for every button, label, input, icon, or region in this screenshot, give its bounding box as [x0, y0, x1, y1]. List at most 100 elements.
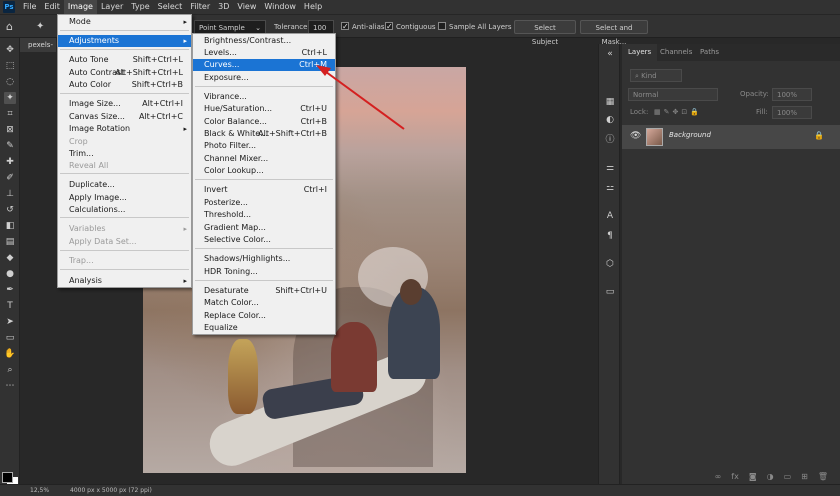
menu-help[interactable]: Help	[300, 0, 326, 14]
image-menu-item-apply-image[interactable]: Apply Image...	[58, 192, 191, 204]
image-menu-item-image-size[interactable]: Image Size... Alt+Ctrl+I	[58, 98, 191, 110]
adjustments-menu-item-gradient-map[interactable]: Gradient Map...	[193, 222, 335, 234]
menu-3d[interactable]: 3D	[214, 0, 233, 14]
adjustments-menu-item-selective-color[interactable]: Selective Color...	[193, 234, 335, 246]
image-menu-item-analysis[interactable]: Analysis ▸	[58, 275, 191, 287]
layer-filter-kind[interactable]: ⌕ Kind	[630, 69, 682, 82]
history-panel-icon[interactable]: ▦	[604, 96, 616, 108]
properties-panel-icon[interactable]: ◐	[604, 114, 616, 126]
magic-wand-icon[interactable]: ✦	[36, 20, 44, 34]
eraser-tool-icon[interactable]: ◧	[4, 220, 16, 232]
adjustments-menu-item-curves[interactable]: Curves... Ctrl+M	[193, 59, 335, 71]
menu-file[interactable]: File	[19, 0, 40, 14]
adjustments-menu-item-black-white[interactable]: Black & White... Alt+Shift+Ctrl+B	[193, 128, 335, 140]
adjustments-panel-icon[interactable]: ⚌	[604, 162, 616, 174]
layer-row-background[interactable]: 👁 Background 🔒	[622, 125, 840, 149]
tolerance-input[interactable]: 100	[308, 20, 334, 34]
frame-tool-icon[interactable]: ⊠	[4, 124, 16, 136]
adjustments-menu-item-invert[interactable]: Invert Ctrl+I	[193, 184, 335, 196]
image-menu-item-auto-color[interactable]: Auto Color Shift+Ctrl+B	[58, 79, 191, 91]
image-menu-item-calculations[interactable]: Calculations...	[58, 204, 191, 216]
adjustments-menu-item-equalize[interactable]: Equalize	[193, 322, 335, 334]
photoshop-logo[interactable]: Ps	[3, 1, 15, 13]
adjustments-menu-item-vibrance[interactable]: Vibrance...	[193, 91, 335, 103]
collapse-panels-icon[interactable]: «	[604, 48, 616, 60]
adjustments-menu-item-desaturate[interactable]: Desaturate Shift+Ctrl+U	[193, 285, 335, 297]
tab-channels[interactable]: Channels	[654, 44, 698, 61]
path-selection-tool-icon[interactable]: ➤	[4, 316, 16, 328]
clone-stamp-tool-icon[interactable]: ⊥	[4, 188, 16, 200]
menu-view[interactable]: View	[233, 0, 260, 14]
image-menu-item-trim[interactable]: Trim...	[58, 148, 191, 160]
more-tools-icon[interactable]: ⋯	[4, 380, 16, 392]
foreground-color-swatch[interactable]	[2, 472, 13, 483]
paragraph-panel-icon[interactable]: ¶	[604, 230, 616, 242]
document-tab[interactable]: pexels-	[20, 38, 56, 52]
adjustments-menu-item-photo-filter[interactable]: Photo Filter...	[193, 140, 335, 152]
adjustments-menu-item-brightness-contrast[interactable]: Brightness/Contrast...	[193, 35, 335, 47]
hand-tool-icon[interactable]: ✋	[4, 348, 16, 360]
adjustments-menu-item-posterize[interactable]: Posterize...	[193, 197, 335, 209]
adjustments-menu-item-channel-mixer[interactable]: Channel Mixer...	[193, 153, 335, 165]
adjustments-menu-item-levels[interactable]: Levels... Ctrl+L	[193, 47, 335, 59]
swatches-panel-icon[interactable]: ▭	[604, 286, 616, 298]
blend-mode-select[interactable]: Normal	[628, 88, 718, 101]
sample-all-layers-checkbox[interactable]: Sample All Layers	[438, 20, 512, 34]
group-icon[interactable]: ▭	[784, 472, 792, 484]
layer-style-icon[interactable]: fx	[731, 472, 739, 484]
menu-window[interactable]: Window	[260, 0, 300, 14]
adjustments-menu-item-color-balance[interactable]: Color Balance... Ctrl+B	[193, 116, 335, 128]
marquee-tool-icon[interactable]: ⬚	[4, 60, 16, 72]
3d-panel-icon[interactable]: ⬡	[604, 258, 616, 270]
menu-image[interactable]: Image	[63, 0, 97, 14]
adjustments-menu-item-match-color[interactable]: Match Color...	[193, 297, 335, 309]
add-mask-icon[interactable]: ◙	[749, 472, 757, 484]
menu-type[interactable]: Type	[127, 0, 153, 14]
menu-layer[interactable]: Layer	[97, 0, 127, 14]
history-brush-tool-icon[interactable]: ↺	[4, 204, 16, 216]
sample-size-select[interactable]: Point Sample ⌄	[194, 20, 266, 34]
image-menu-item-duplicate[interactable]: Duplicate...	[58, 179, 191, 191]
lock-options-icon[interactable]: ▦✎✥⊡🔒	[654, 106, 702, 119]
zoom-tool-icon[interactable]: ⌕	[4, 364, 16, 376]
menu-edit[interactable]: Edit	[40, 0, 64, 14]
adjustments-menu-item-replace-color[interactable]: Replace Color...	[193, 310, 335, 322]
tab-layers[interactable]: Layers	[622, 44, 658, 61]
adjustments-menu-item-hdr-toning[interactable]: HDR Toning...	[193, 266, 335, 278]
blur-tool-icon[interactable]: ◆	[4, 252, 16, 264]
adjustments-menu-item-exposure[interactable]: Exposure...	[193, 72, 335, 84]
select-and-mask-button[interactable]: Select and Mask...	[580, 20, 648, 46]
image-menu-item-auto-contrast[interactable]: Auto Contrast Alt+Shift+Ctrl+L	[58, 67, 191, 79]
type-tool-icon[interactable]: T	[4, 300, 16, 312]
fill-input[interactable]: 100%	[772, 106, 812, 119]
magic-wand-tool-icon[interactable]: ✦	[4, 92, 16, 104]
link-layers-icon[interactable]: ∞	[715, 472, 722, 484]
select-subject-button[interactable]: Select Subject	[514, 20, 576, 46]
anti-alias-checkbox[interactable]: Anti-alias	[341, 20, 385, 34]
healing-brush-tool-icon[interactable]: ✚	[4, 156, 16, 168]
image-menu-item-auto-tone[interactable]: Auto Tone Shift+Ctrl+L	[58, 54, 191, 66]
move-tool-icon[interactable]: ✥	[4, 44, 16, 56]
adjustment-layer-icon[interactable]: ◑	[767, 472, 774, 484]
new-layer-icon[interactable]: ⊞	[801, 472, 808, 484]
dodge-tool-icon[interactable]: ●	[4, 268, 16, 280]
adjustments-menu-item-hue-saturation[interactable]: Hue/Saturation... Ctrl+U	[193, 103, 335, 115]
visibility-eye-icon[interactable]: 👁	[630, 131, 641, 141]
menu-select[interactable]: Select	[154, 0, 187, 14]
opacity-input[interactable]: 100%	[772, 88, 812, 101]
crop-tool-icon[interactable]: ⌗	[4, 108, 16, 120]
image-menu-item-image-rotation[interactable]: Image Rotation ▸	[58, 123, 191, 135]
brush-tool-icon[interactable]: ✐	[4, 172, 16, 184]
shape-tool-icon[interactable]: ▭	[4, 332, 16, 344]
image-menu-item-canvas-size[interactable]: Canvas Size... Alt+Ctrl+C	[58, 111, 191, 123]
lasso-tool-icon[interactable]: ◌	[4, 76, 16, 88]
pen-tool-icon[interactable]: ✒	[4, 284, 16, 296]
zoom-level[interactable]: 12,5%	[30, 485, 49, 496]
image-menu-item-mode[interactable]: Mode ▸	[58, 16, 191, 28]
libraries-panel-icon[interactable]: ⚍	[604, 182, 616, 194]
contiguous-checkbox[interactable]: Contiguous	[385, 20, 436, 34]
home-icon[interactable]: ⌂	[6, 20, 13, 34]
gradient-tool-icon[interactable]: ▤	[4, 236, 16, 248]
adjustments-menu-item-threshold[interactable]: Threshold...	[193, 209, 335, 221]
eyedropper-tool-icon[interactable]: ✎	[4, 140, 16, 152]
